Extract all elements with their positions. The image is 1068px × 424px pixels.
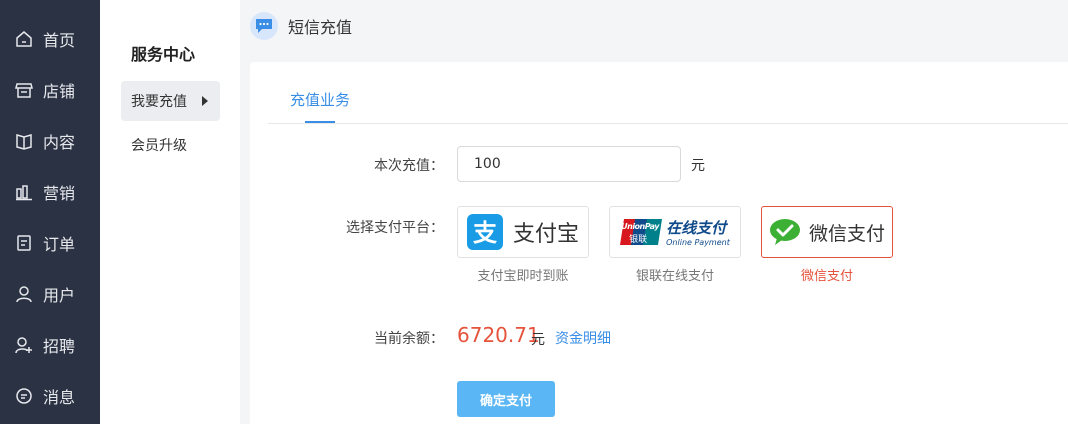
submenu-item-recharge[interactable]: 我要充值 bbox=[121, 81, 220, 121]
store-icon bbox=[15, 81, 33, 99]
tab-bar: 充值业务 bbox=[268, 62, 1068, 124]
nav-item-content[interactable]: 内容 bbox=[0, 116, 100, 166]
platform-label: 选择支付平台： bbox=[346, 220, 444, 236]
amount-unit: 元 bbox=[691, 158, 705, 174]
balance-label: 当前余额： bbox=[374, 331, 444, 347]
nav-item-users[interactable]: 用户 bbox=[0, 269, 100, 319]
nav-item-label: 首页 bbox=[43, 31, 76, 50]
wechat-caption: 微信支付 bbox=[800, 269, 853, 284]
nav-item-label: 营销 bbox=[43, 184, 76, 203]
bar-chart-icon bbox=[15, 183, 33, 201]
submenu-item-label: 我要充值 bbox=[131, 94, 187, 110]
unionpay-sub: Online Payment bbox=[666, 238, 730, 247]
caret-right-icon bbox=[202, 96, 208, 106]
fund-details-link[interactable]: 资金明细 bbox=[555, 328, 611, 348]
balance-value: 6720.71 bbox=[457, 323, 540, 347]
service-center-menu: 服务中心 我要充值 会员升级 bbox=[100, 0, 240, 424]
pay-option-unionpay[interactable]: UnionPay 银联 在线支付 Online Payment bbox=[609, 206, 741, 258]
chat-bubble-icon bbox=[250, 12, 278, 40]
nav-item-messages[interactable]: 消息 bbox=[0, 371, 100, 421]
submenu-item-upgrade[interactable]: 会员升级 bbox=[121, 125, 220, 165]
unionpay-mark: UnionPay bbox=[621, 222, 659, 231]
unionpay-name: 在线支付 bbox=[666, 219, 727, 237]
page-title: 短信充值 bbox=[288, 18, 353, 37]
unionpay-caption: 银联在线支付 bbox=[635, 269, 714, 284]
wechat-name: 微信支付 bbox=[808, 222, 885, 245]
wechat-logo-icon bbox=[769, 218, 801, 246]
amount-label: 本次充值： bbox=[374, 158, 444, 174]
active-tab-indicator bbox=[305, 121, 335, 123]
alipay-caption: 支付宝即时到账 bbox=[477, 269, 569, 284]
user-add-icon bbox=[15, 336, 33, 354]
amount-input[interactable] bbox=[457, 146, 681, 182]
nav-item-label: 消息 bbox=[43, 388, 76, 407]
book-icon bbox=[15, 132, 33, 150]
message-icon bbox=[15, 387, 33, 405]
confirm-pay-button[interactable]: 确定支付 bbox=[457, 381, 555, 417]
submenu-title: 服务中心 bbox=[131, 45, 196, 64]
nav-item-label: 订单 bbox=[43, 235, 76, 254]
pay-option-alipay[interactable]: 支 支付宝 bbox=[457, 206, 589, 258]
alipay-logo-icon: 支 bbox=[466, 214, 503, 250]
nav-item-label: 用户 bbox=[43, 286, 76, 305]
unionpay-cn-mark: 银联 bbox=[629, 235, 648, 245]
page-header: 短信充值 bbox=[240, 0, 1068, 52]
recharge-panel: 充值业务 本次充值： 元 选择支付平台： 支 支付宝 支付宝即时到账 Union… bbox=[250, 62, 1068, 424]
alipay-name: 支付宝 bbox=[512, 222, 579, 247]
user-icon bbox=[15, 285, 33, 303]
home-icon bbox=[15, 30, 33, 48]
nav-item-home[interactable]: 首页 bbox=[0, 14, 100, 64]
nav-item-marketing[interactable]: 营销 bbox=[0, 167, 100, 217]
nav-item-label: 招聘 bbox=[43, 337, 76, 356]
nav-item-label: 内容 bbox=[43, 133, 76, 152]
svg-text:支: 支 bbox=[473, 219, 498, 247]
pay-option-wechat[interactable]: 微信支付 bbox=[761, 206, 893, 258]
nav-item-store[interactable]: 店铺 bbox=[0, 65, 100, 115]
main-nav: 首页 店铺 内容 营销 订单 用户 招聘 消息 bbox=[0, 0, 100, 424]
order-icon bbox=[15, 234, 33, 252]
submenu-item-label: 会员升级 bbox=[131, 138, 187, 154]
nav-item-label: 店铺 bbox=[43, 82, 76, 101]
nav-item-recruit[interactable]: 招聘 bbox=[0, 320, 100, 370]
balance-unit: 元 bbox=[531, 332, 545, 348]
unionpay-logo-icon: UnionPay 银联 bbox=[620, 218, 663, 246]
tab-recharge-business[interactable]: 充值业务 bbox=[290, 89, 350, 110]
nav-item-orders[interactable]: 订单 bbox=[0, 218, 100, 268]
